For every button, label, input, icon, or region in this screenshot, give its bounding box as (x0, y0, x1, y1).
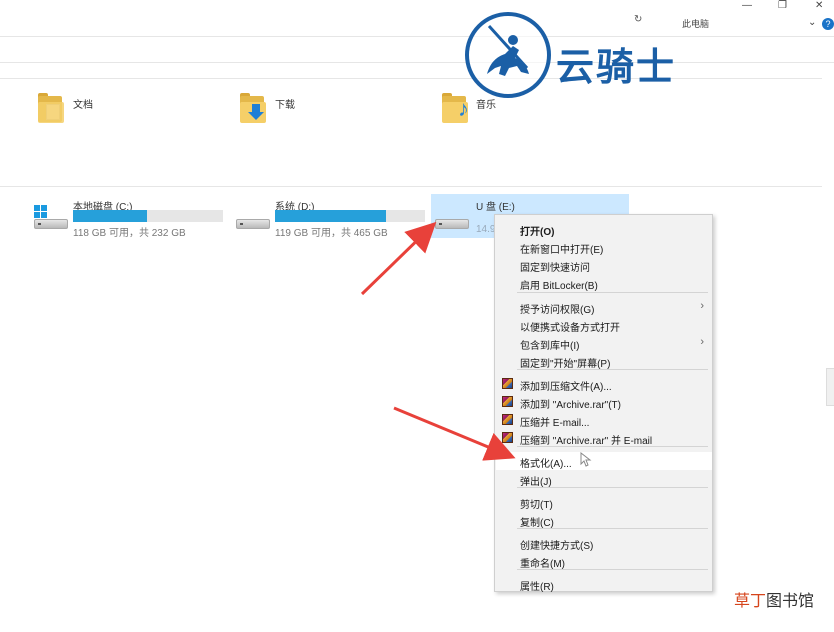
menu-item-compress-rar-email[interactable]: 压缩到 "Archive.rar" 并 E-mail (496, 429, 712, 447)
menu-item-label: 压缩并 E-mail... (520, 418, 590, 429)
menu-item-create-shortcut[interactable]: 创建快捷方式(S) (496, 534, 712, 552)
drive-info-e: 14.9 (476, 224, 496, 235)
help-icon[interactable]: ? (822, 18, 834, 30)
music-folder-icon[interactable]: ♪ (440, 92, 470, 124)
menu-item-pin-start[interactable]: 固定到"开始"屏幕(P) (496, 352, 712, 370)
context-menu: 打开(O) 在新窗口中打开(E) 固定到快速访问 启用 BitLocker(B) 授予访… (494, 214, 713, 593)
document-folder-icon[interactable] (36, 92, 66, 124)
drive-icon (236, 215, 270, 229)
menu-item-rename[interactable]: 重命名(M) (496, 552, 712, 570)
chevron-right-icon: › (700, 336, 704, 348)
usb-drive-icon (435, 215, 469, 229)
watermark-brand: 云骑士 (556, 47, 677, 89)
menu-item-copy[interactable]: 复制(C) (496, 511, 712, 529)
folder-label-downloads[interactable]: 下载 (275, 96, 295, 111)
menu-item-label: 重命名(M) (520, 559, 565, 570)
menu-item-label: 包含到库中(I) (520, 341, 580, 352)
drive-info-d: 119 GB 可用，共 465 GB (275, 228, 388, 239)
refresh-icon[interactable]: ↻ (634, 14, 642, 25)
menu-item-open-new-window[interactable]: 在新窗口中打开(E) (496, 238, 712, 256)
menu-item-label: 格式化(A)... (520, 459, 572, 470)
menu-item-label: 启用 BitLocker(B) (520, 281, 598, 292)
folder-label-documents[interactable]: 文档 (73, 96, 93, 111)
menu-item-pin-quick-access[interactable]: 固定到快速访问 (496, 256, 712, 274)
download-folder-icon[interactable] (238, 92, 268, 124)
winrar-icon (502, 396, 513, 407)
menu-item-label: 固定到快速访问 (520, 263, 590, 274)
menu-item-compress-email[interactable]: 压缩并 E-mail... (496, 411, 712, 429)
menu-item-label: 以便携式设备方式打开 (520, 323, 620, 334)
menu-separator (517, 369, 708, 370)
winrar-icon (502, 432, 513, 443)
drive-usage-bar-c (73, 210, 223, 222)
minimize-button[interactable]: — (742, 0, 752, 11)
menu-item-open[interactable]: 打开(O) (496, 220, 712, 238)
menu-item-add-to-archive-rar[interactable]: 添加到 "Archive.rar"(T) (496, 393, 712, 411)
drive-tile-c[interactable]: 本地磁盘 (C:) 118 GB 可用，共 232 GB (30, 195, 228, 239)
menu-separator (517, 528, 708, 529)
menu-item-properties[interactable]: 属性(R) (496, 575, 712, 593)
menu-item-label: 在新窗口中打开(E) (520, 245, 604, 256)
scroll-handle[interactable] (826, 368, 834, 406)
menu-item-label: 剪切(T) (520, 500, 553, 511)
close-button[interactable]: ✕ (815, 0, 823, 11)
drive-name-e: U 盘 (E:) (476, 202, 515, 213)
menu-item-label: 授予访问权限(G) (520, 305, 595, 316)
menu-item-enable-bitlocker[interactable]: 启用 BitLocker(B) (496, 274, 712, 292)
menu-item-grant-access[interactable]: 授予访问权限(G) › (496, 298, 712, 316)
windows-drive-icon (34, 215, 68, 229)
menu-item-label: 属性(R) (520, 582, 554, 593)
menu-item-eject[interactable]: 弹出(J) (496, 470, 712, 488)
menu-separator (517, 569, 708, 570)
restore-button[interactable]: ❐ (778, 0, 787, 11)
menu-item-label: 弹出(J) (520, 477, 552, 488)
winrar-icon (502, 414, 513, 425)
drive-tile-d[interactable]: 系统 (D:) 119 GB 可用，共 465 GB (232, 195, 430, 239)
menu-item-cut[interactable]: 剪切(T) (496, 493, 712, 511)
menu-item-include-library[interactable]: 包含到库中(I) › (496, 334, 712, 352)
winrar-icon (502, 378, 513, 389)
menu-item-open-portable[interactable]: 以便携式设备方式打开 (496, 316, 712, 334)
menu-item-label: 添加到 "Archive.rar"(T) (520, 400, 621, 411)
address-location-text: 此电脑 (682, 19, 710, 29)
menu-item-add-to-archive[interactable]: 添加到压缩文件(A)... (496, 375, 712, 393)
menu-separator (517, 487, 708, 488)
drive-info-c: 118 GB 可用，共 232 GB (73, 228, 186, 239)
chevron-right-icon: › (700, 300, 704, 312)
menu-separator (517, 292, 708, 293)
corner-watermark-a: 草丁 (734, 593, 767, 610)
corner-watermark-b: 图书馆 (766, 593, 815, 610)
mouse-cursor-icon (580, 452, 592, 467)
drive-usage-bar-d (275, 210, 425, 222)
menu-item-label: 复制(C) (520, 518, 554, 529)
knight-logo-icon (465, 12, 551, 98)
menu-item-label: 固定到"开始"屏幕(P) (520, 359, 611, 370)
corner-watermark: 草丁图书馆 (734, 587, 814, 611)
menu-item-label: 压缩到 "Archive.rar" 并 E-mail (520, 436, 653, 447)
folder-label-music[interactable]: 音乐 (476, 96, 496, 111)
ribbon-expand-icon[interactable]: ⌄ (808, 17, 816, 28)
menu-item-label: 添加到压缩文件(A)... (520, 382, 612, 393)
arrow-to-format (393, 406, 516, 461)
menu-item-format[interactable]: 格式化(A)... (496, 452, 712, 470)
menu-item-label: 打开(O) (520, 227, 555, 238)
menu-item-label: 创建快捷方式(S) (520, 541, 594, 552)
menu-separator (517, 446, 708, 447)
